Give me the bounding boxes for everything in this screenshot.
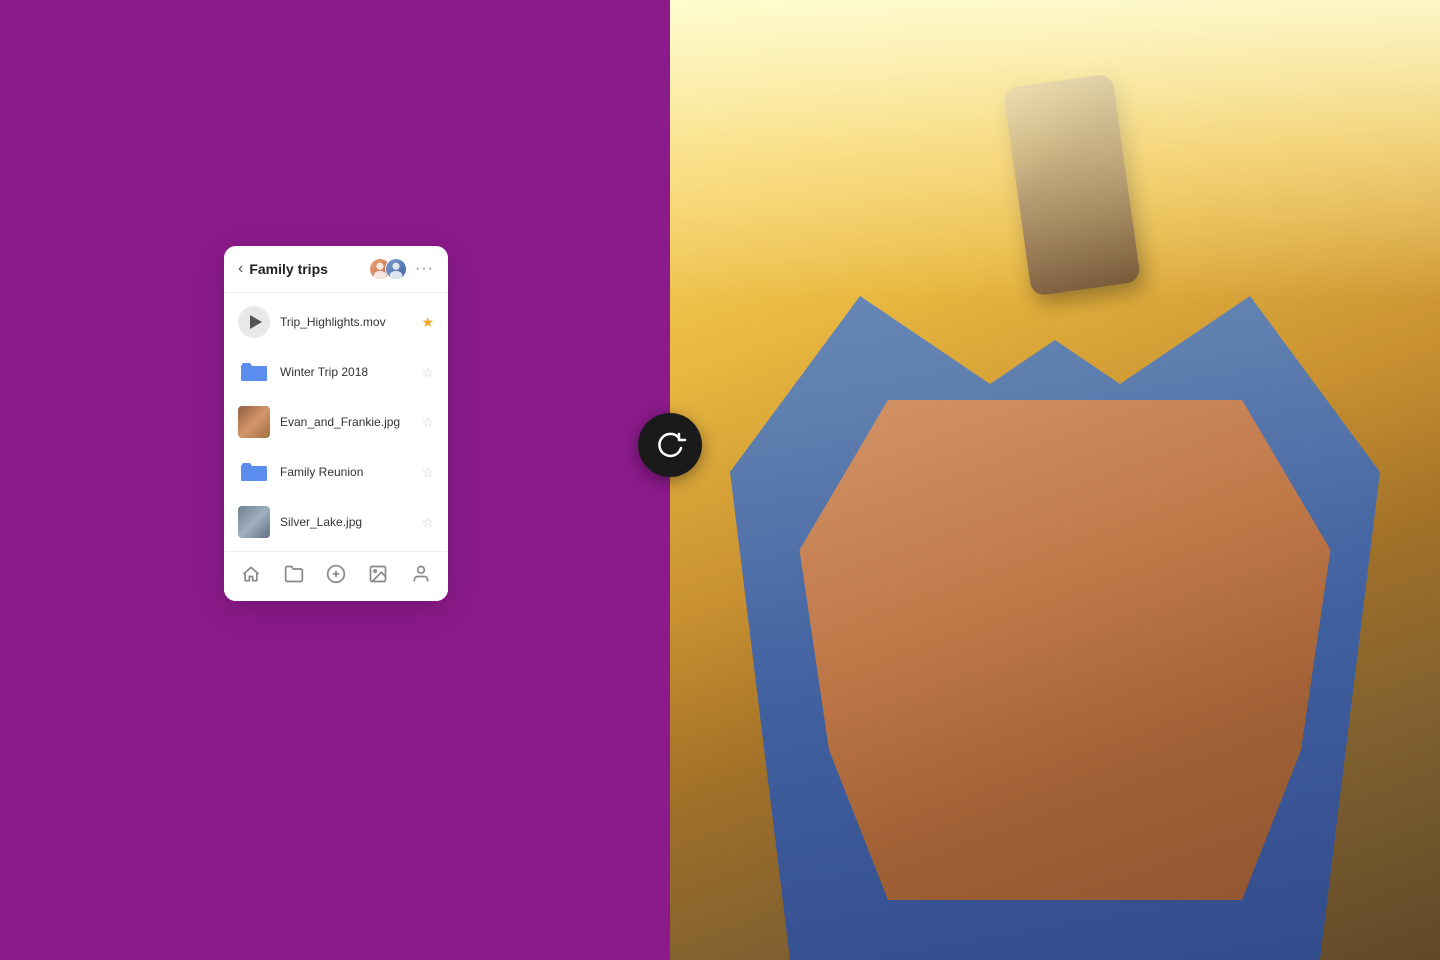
star-icon[interactable]: ★ xyxy=(421,314,434,331)
folder-title: Family trips xyxy=(249,261,369,277)
app-card: ‹ Family trips xyxy=(224,246,448,601)
photo-icon[interactable] xyxy=(362,562,394,591)
file-name: Family Reunion xyxy=(280,465,421,479)
list-item[interactable]: Evan_and_Frankie.jpg ☆ xyxy=(224,397,448,447)
file-name: Trip_Highlights.mov xyxy=(280,315,421,329)
card-header: ‹ Family trips xyxy=(224,246,448,293)
file-list: Trip_Highlights.mov ★ Winter Trip 2018 ☆… xyxy=(224,293,448,551)
bottom-nav xyxy=(224,551,448,601)
left-panel: ‹ Family trips xyxy=(0,0,670,960)
hands-shape xyxy=(770,400,1360,900)
photo-background xyxy=(670,0,1440,960)
file-name: Silver_Lake.jpg xyxy=(280,515,421,529)
star-icon[interactable]: ☆ xyxy=(421,364,434,381)
thumbnail xyxy=(238,506,270,538)
list-item[interactable]: Trip_Highlights.mov ★ xyxy=(224,297,448,347)
star-icon[interactable]: ☆ xyxy=(421,464,434,481)
folder-nav-icon[interactable] xyxy=(278,562,310,591)
list-item[interactable]: Winter Trip 2018 ☆ xyxy=(224,347,448,397)
thumbnail xyxy=(238,406,270,438)
list-item[interactable]: Silver_Lake.jpg ☆ xyxy=(224,497,448,547)
avatar-2 xyxy=(385,258,407,280)
video-icon xyxy=(238,306,270,338)
light-overlay xyxy=(670,0,1440,300)
person-icon[interactable] xyxy=(405,562,437,591)
sync-button[interactable] xyxy=(638,413,702,477)
back-button[interactable]: ‹ xyxy=(238,260,243,278)
avatars-group xyxy=(369,258,407,280)
folder-icon xyxy=(238,456,270,488)
more-button[interactable]: ··· xyxy=(415,260,434,278)
star-icon[interactable]: ☆ xyxy=(421,514,434,531)
image-icon xyxy=(238,406,270,438)
right-panel xyxy=(670,0,1440,960)
file-name: Winter Trip 2018 xyxy=(280,365,421,379)
folder-icon xyxy=(238,356,270,388)
list-item[interactable]: Family Reunion ☆ xyxy=(224,447,448,497)
add-icon[interactable] xyxy=(320,562,352,591)
image-icon xyxy=(238,506,270,538)
star-icon[interactable]: ☆ xyxy=(421,414,434,431)
home-icon[interactable] xyxy=(235,562,267,591)
play-triangle xyxy=(250,315,262,329)
file-name: Evan_and_Frankie.jpg xyxy=(280,415,421,429)
